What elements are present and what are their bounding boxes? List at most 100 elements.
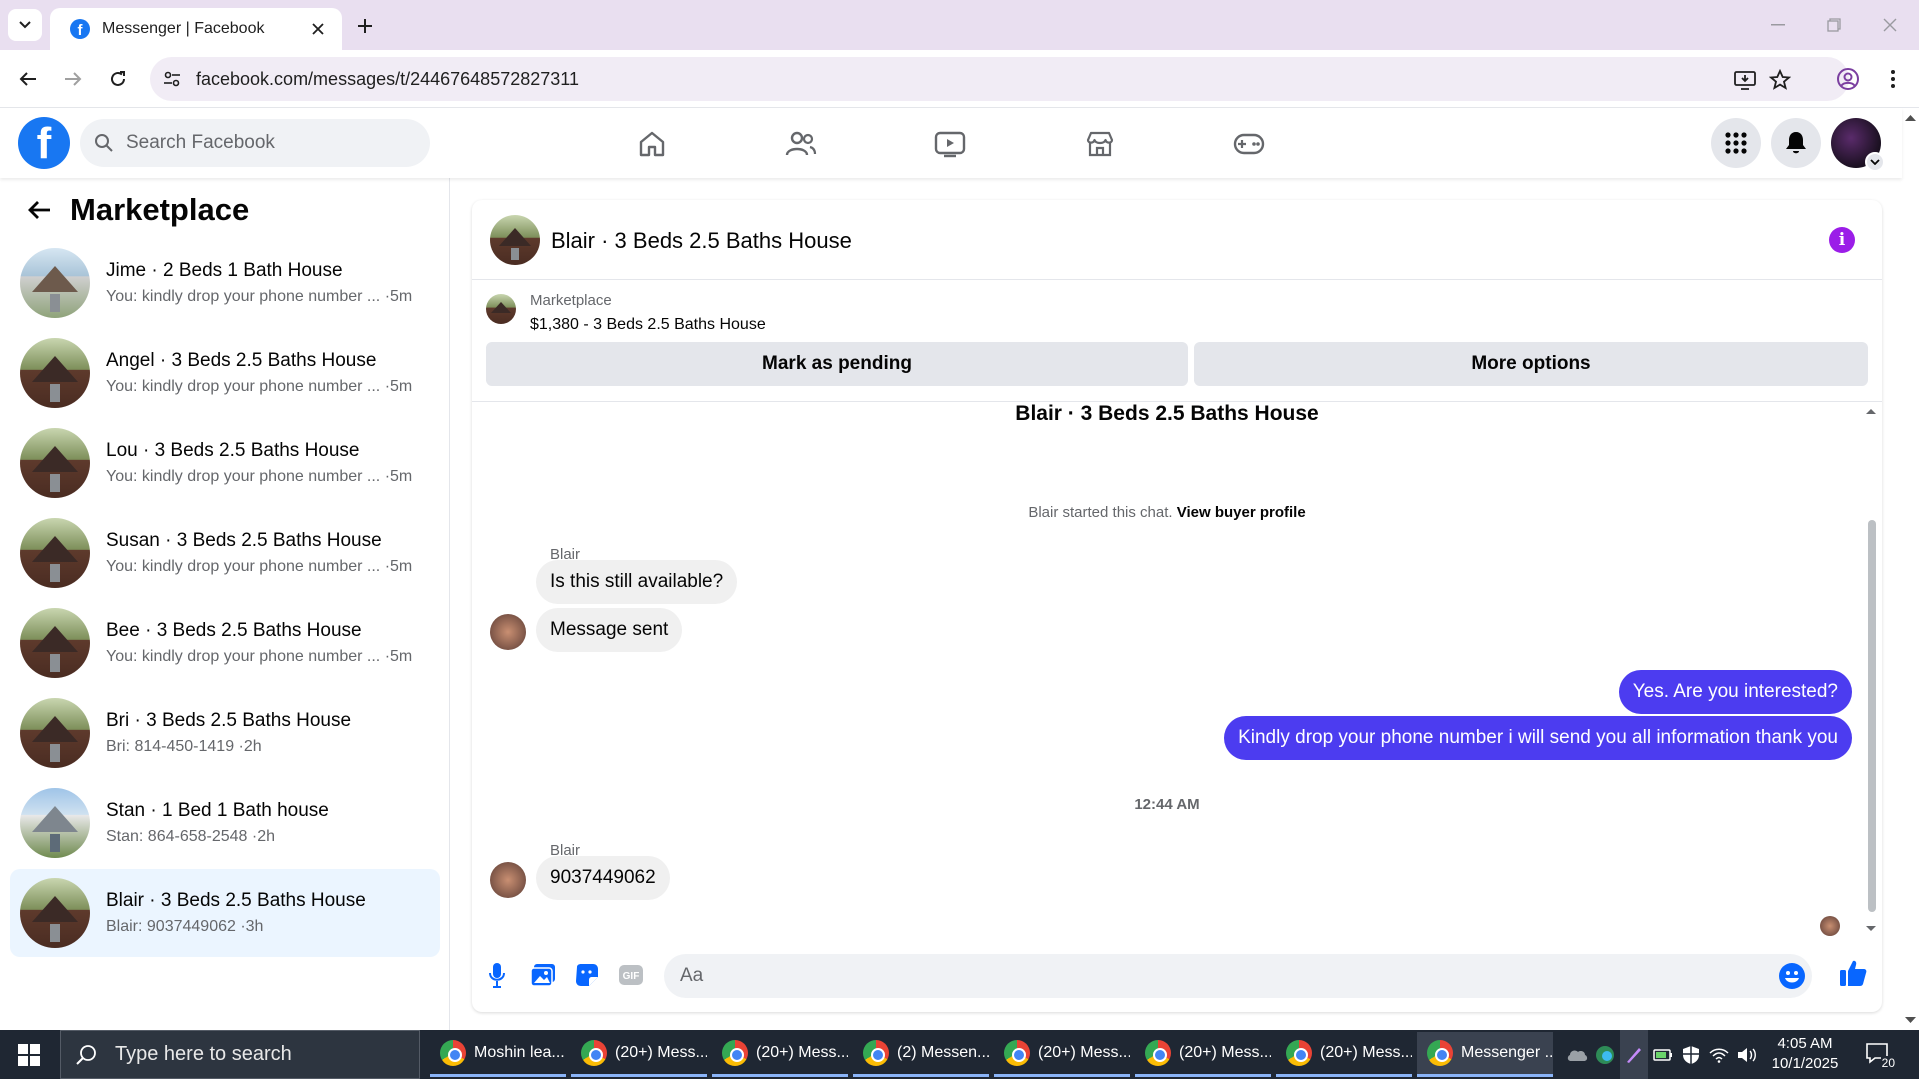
browser-menu-button[interactable]: [1876, 62, 1910, 96]
conversation-preview: Bri: 814-450-1419 ·2h: [106, 738, 262, 755]
system-clock[interactable]: 4:05 AM 10/1/2025: [1760, 1034, 1850, 1074]
taskbar-app[interactable]: (2) Messen...: [853, 1032, 989, 1077]
tab-close-icon[interactable]: [306, 17, 330, 41]
incoming-message[interactable]: 9037449062: [536, 856, 670, 900]
more-options-button[interactable]: More options: [1194, 342, 1868, 386]
incoming-message[interactable]: Is this still available?: [536, 560, 738, 604]
tab-search-button[interactable]: [8, 9, 42, 41]
taskbar-app-label: Messenger ...: [1461, 1044, 1553, 1061]
volume-icon[interactable]: [1734, 1030, 1760, 1079]
scroll-down-icon[interactable]: [1864, 924, 1878, 934]
conversation-item[interactable]: Stan · 1 Bed 1 Bath house Stan: 864-658-2…: [10, 779, 440, 867]
chat-title[interactable]: Blair · 3 Beds 2.5 Baths House: [551, 228, 852, 254]
notification-center-button[interactable]: 20: [1866, 1042, 1896, 1070]
browser-tab-messenger[interactable]: f Messenger | Facebook: [50, 8, 342, 50]
home-icon: [639, 131, 665, 157]
scrollbar-thumb[interactable]: [1868, 520, 1876, 912]
conversation-name: Susan · 3 Beds 2.5 Baths House: [106, 530, 382, 551]
taskbar-search[interactable]: Type here to search: [60, 1030, 420, 1079]
bookmark-star-icon[interactable]: [1767, 67, 1793, 93]
scroll-up-icon[interactable]: [1864, 406, 1878, 416]
minimize-button[interactable]: [1758, 10, 1798, 40]
listing-thumbnail: [20, 878, 90, 948]
taskbar-app-label: (20+) Mess...: [1038, 1044, 1130, 1061]
mark-pending-button[interactable]: Mark as pending: [486, 342, 1188, 386]
close-window-button[interactable]: [1870, 10, 1910, 40]
address-bar[interactable]: facebook.com/messages/t/2446764857282731…: [150, 57, 1849, 101]
nav-friends[interactable]: [777, 122, 825, 166]
start-button[interactable]: [0, 1030, 58, 1079]
outgoing-message[interactable]: Yes. Are you interested?: [1618, 670, 1852, 714]
nav-home[interactable]: [628, 122, 676, 166]
view-buyer-profile-link[interactable]: View buyer profile: [1177, 504, 1306, 521]
photo-icon[interactable]: [528, 960, 558, 990]
chat-avatar[interactable]: [490, 215, 540, 265]
message-input[interactable]: Aa: [664, 954, 1812, 998]
friends-icon: [785, 131, 817, 156]
browser-toolbar: facebook.com/messages/t/2446764857282731…: [0, 50, 1919, 108]
page-scrollbar[interactable]: [1902, 108, 1919, 1030]
conversation-item[interactable]: Bri · 3 Beds 2.5 Baths House Bri: 814-450…: [10, 689, 440, 777]
nav-marketplace[interactable]: [1076, 122, 1124, 166]
chevron-down-icon: [19, 21, 31, 29]
new-tab-button[interactable]: [350, 12, 380, 40]
conversation-item[interactable]: Susan · 3 Beds 2.5 Baths House You: kindl…: [10, 509, 440, 597]
taskbar-app[interactable]: (20+) Mess...: [1276, 1032, 1412, 1077]
info-icon[interactable]: i: [1829, 227, 1855, 253]
arrow-right-icon: [65, 72, 82, 86]
emoji-icon[interactable]: [1778, 962, 1806, 990]
back-button[interactable]: [11, 62, 45, 96]
message-list: Blair · 3 Beds 2.5 Baths House Blair sta…: [472, 402, 1882, 942]
taskbar-app-label: (20+) Mess...: [1320, 1044, 1412, 1061]
listing-price-title[interactable]: $1,380 - 3 Beds 2.5 Baths House: [530, 316, 766, 334]
conversation-item-active[interactable]: Blair · 3 Beds 2.5 Baths House Blair: 903…: [10, 869, 440, 957]
account-avatar[interactable]: [1831, 118, 1885, 172]
conversation-item[interactable]: Lou · 3 Beds 2.5 Baths House You: kindly …: [10, 419, 440, 507]
chrome-icon: [863, 1040, 889, 1066]
conversation-item[interactable]: Bee · 3 Beds 2.5 Baths House You: kindly …: [10, 599, 440, 687]
incoming-message[interactable]: Message sent: [536, 608, 683, 652]
chrome-icon: [1427, 1040, 1453, 1066]
sidebar-back-button[interactable]: [22, 192, 58, 228]
taskbar-app[interactable]: (20+) Mess...: [994, 1032, 1130, 1077]
nav-watch[interactable]: [926, 122, 974, 166]
message-scrollbar[interactable]: [1864, 402, 1878, 942]
battery-icon[interactable]: [1650, 1030, 1676, 1079]
pen-icon[interactable]: [1620, 1030, 1648, 1079]
voice-clip-icon[interactable]: [482, 960, 512, 990]
conversation-item[interactable]: Jime · 2 Beds 1 Bath House You: kindly dr…: [10, 239, 440, 327]
conversation-preview: You: kindly drop your phone number ... ·…: [106, 468, 413, 485]
menu-button[interactable]: [1711, 118, 1761, 168]
taskbar-app-label: (2) Messen...: [897, 1044, 989, 1061]
onedrive-icon[interactable]: [1564, 1030, 1590, 1079]
sticker-icon[interactable]: [572, 960, 602, 990]
chrome-icon: [722, 1040, 748, 1066]
install-app-icon[interactable]: [1732, 67, 1758, 93]
facebook-logo[interactable]: f: [18, 117, 70, 169]
facebook-search-input[interactable]: Search Facebook: [80, 119, 430, 167]
taskbar-app-active[interactable]: Messenger ...: [1417, 1032, 1553, 1077]
taskbar-app[interactable]: (20+) Mess...: [1135, 1032, 1271, 1077]
page-scroll-up-icon[interactable]: [1902, 112, 1919, 124]
wifi-icon[interactable]: [1706, 1030, 1732, 1079]
edge-icon[interactable]: [1592, 1030, 1618, 1079]
kebab-menu-icon: [1891, 70, 1895, 88]
taskbar-app[interactable]: (20+) Mess...: [571, 1032, 707, 1077]
reload-button[interactable]: [101, 62, 135, 96]
like-thumbs-up-icon[interactable]: [1836, 956, 1870, 990]
sender-avatar: [490, 614, 526, 650]
outgoing-message[interactable]: Kindly drop your phone number i will sen…: [1224, 716, 1852, 760]
security-shield-icon[interactable]: [1678, 1030, 1704, 1079]
site-info-icon[interactable]: [160, 67, 184, 91]
taskbar-app[interactable]: Moshin lea...: [430, 1032, 566, 1077]
chat-start-notice: Blair started this chat. View buyer prof…: [472, 504, 1862, 521]
notifications-button[interactable]: [1771, 118, 1821, 168]
page-scroll-down-icon[interactable]: [1902, 1014, 1919, 1026]
conversation-item[interactable]: Angel · 3 Beds 2.5 Baths House You: kindl…: [10, 329, 440, 417]
profile-button[interactable]: [1831, 62, 1865, 96]
restore-button[interactable]: [1814, 10, 1854, 40]
gif-icon[interactable]: GIF: [616, 960, 646, 990]
forward-button[interactable]: [56, 62, 90, 96]
nav-gaming[interactable]: [1225, 122, 1273, 166]
taskbar-app[interactable]: (20+) Mess...: [712, 1032, 848, 1077]
